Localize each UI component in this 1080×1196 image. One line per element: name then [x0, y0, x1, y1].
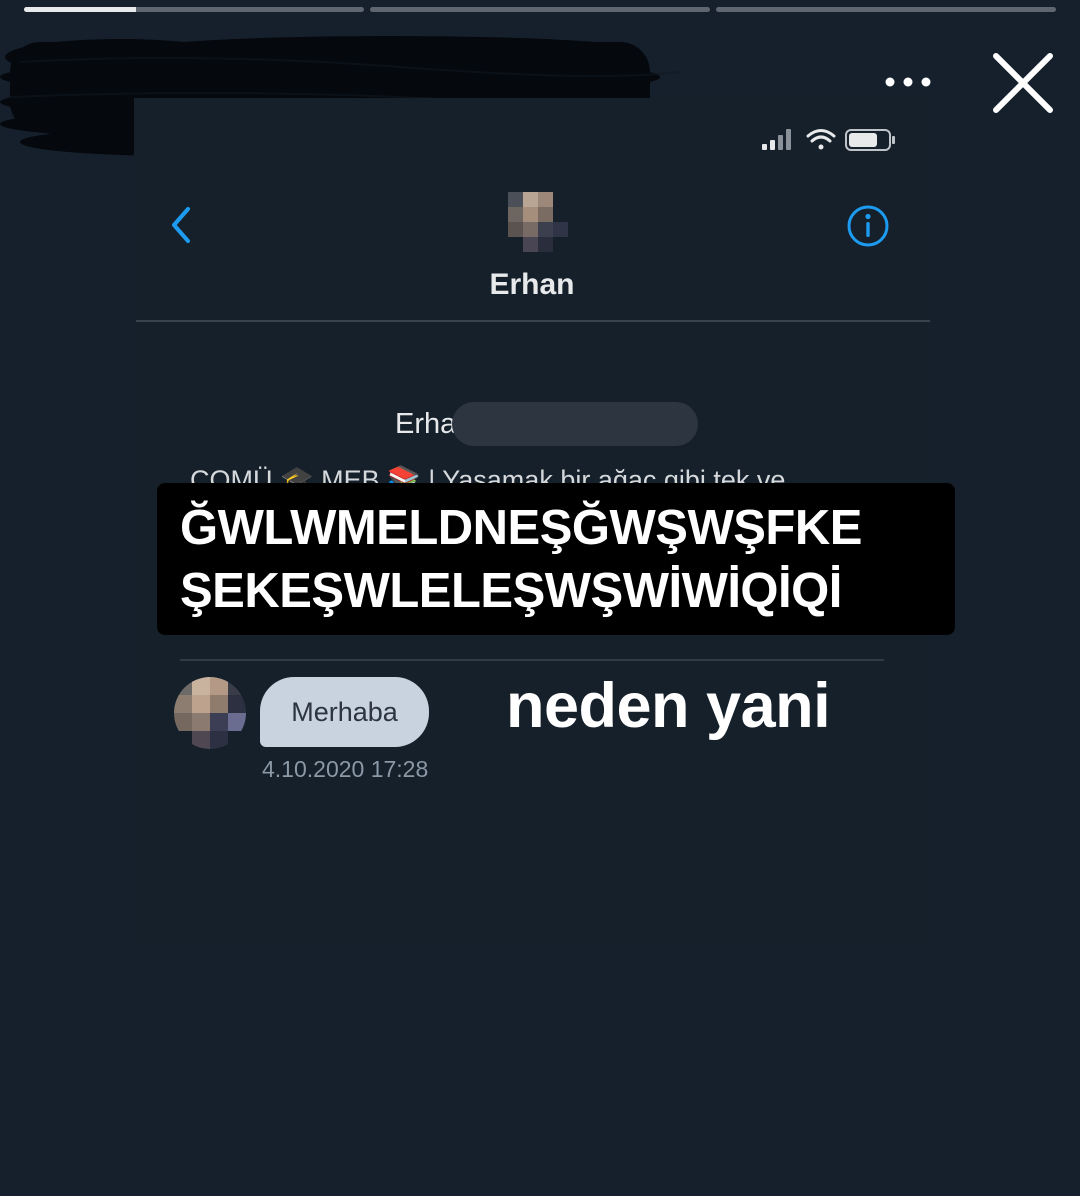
message-avatar [174, 677, 246, 749]
status-icons [762, 129, 895, 151]
profile-name: Erha [395, 408, 457, 440]
caption-line-2: ŞEKEŞWLELEŞWŞWİWİQİQİ [180, 564, 842, 618]
story-overlay-text: neden yani [506, 671, 831, 741]
progress-segment [24, 7, 364, 12]
avatar [508, 192, 568, 252]
message-divider [180, 659, 884, 661]
name-redaction [452, 402, 698, 446]
story-progress [24, 7, 1056, 12]
progress-segment [716, 7, 1056, 12]
caption-line-1: ĞWLWMELDNEŞĞWŞWŞFKE [180, 501, 862, 555]
message-timestamp: 4.10.2020 17:28 [262, 756, 429, 782]
close-icon[interactable] [988, 48, 1058, 118]
info-circle-icon[interactable] [845, 203, 891, 249]
progress-fill [24, 7, 137, 12]
message-text: Merhaba [291, 696, 398, 727]
battery-icon [845, 129, 895, 151]
message-bubble[interactable]: Merhaba [260, 677, 429, 747]
wifi-icon [806, 129, 836, 150]
chat-header-name: Erhan [489, 268, 575, 301]
cellular-signal-icon [762, 129, 791, 150]
header-divider [136, 320, 930, 322]
chevron-left-icon[interactable] [166, 204, 196, 246]
progress-segment [370, 7, 710, 12]
more-horizontal-icon[interactable] [882, 72, 934, 92]
